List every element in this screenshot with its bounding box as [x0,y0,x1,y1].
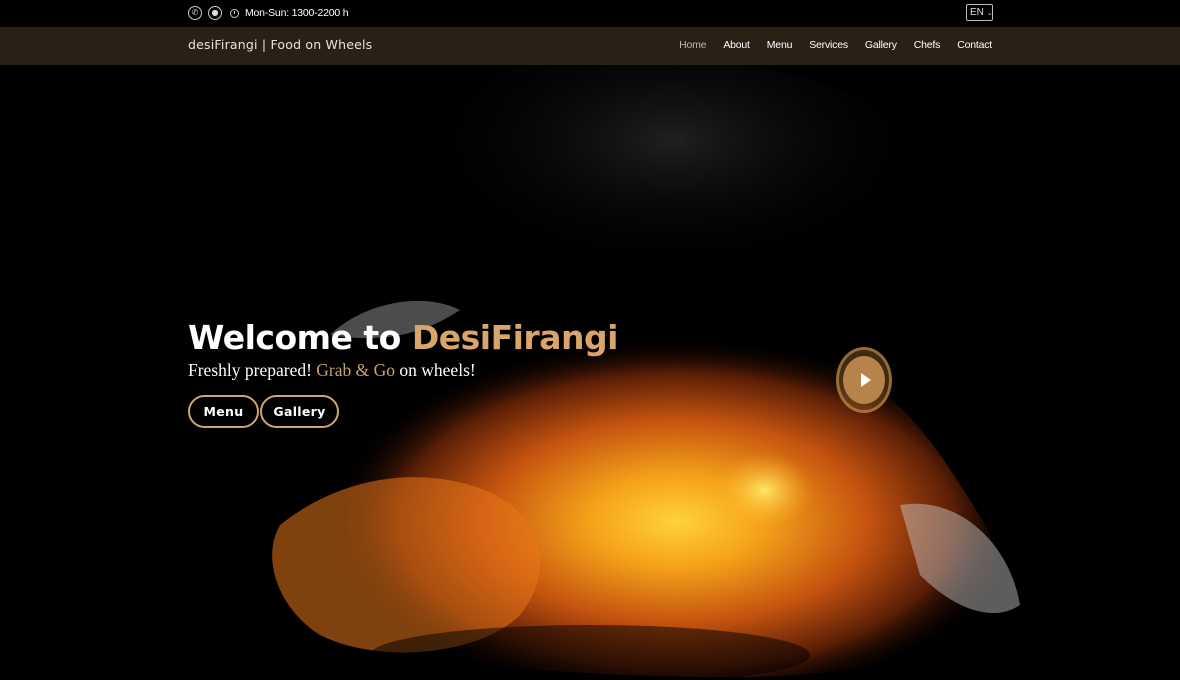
language-value: EN [970,7,984,18]
nav-link-home[interactable]: Home [679,39,706,51]
play-icon [860,373,871,387]
menu-button[interactable]: Menu [188,395,259,428]
nav-link-about[interactable]: About [723,39,750,51]
headline-prefix: Welcome to [188,318,412,357]
nav-link-menu[interactable]: Menu [767,39,793,51]
hero-section: Welcome to DesiFirangi Freshly prepared!… [0,65,1180,680]
play-button-core [843,356,885,404]
nav-link-services[interactable]: Services [809,39,848,51]
nav-link-chefs[interactable]: Chefs [914,39,941,51]
play-video-button[interactable] [836,347,892,413]
hero-subtitle: Freshly prepared! Grab & Go on wheels! [188,360,476,381]
hero-headline: Welcome to DesiFirangi [188,318,618,357]
site-brand[interactable]: desiFirangi | Food on Wheels [188,37,372,52]
clock-icon [230,8,239,18]
phone-icon[interactable]: ✆ [188,6,202,20]
nav-link-gallery[interactable]: Gallery [865,39,897,51]
gallery-button[interactable]: Gallery [260,395,339,428]
hero-background-image [0,65,1180,680]
nav-menu: Home About Menu Services Gallery Chefs C… [679,39,992,51]
opening-hours: Mon-Sun: 1300-2200 h [245,7,349,19]
nav-link-contact[interactable]: Contact [957,39,992,51]
main-navbar: desiFirangi | Food on Wheels Home About … [0,27,1180,65]
top-info-bar: ✆ ● Mon-Sun: 1300-2200 h EN ⌄ [0,0,1180,27]
subtitle-prefix: Freshly prepared! [188,360,317,380]
headline-brand: DesiFirangi [411,318,619,357]
language-select[interactable]: EN ⌄ [966,4,993,21]
subtitle-accent: Grab & Go [316,360,396,380]
subtitle-suffix: on wheels! [395,360,476,380]
contact-info: ✆ ● Mon-Sun: 1300-2200 h [188,6,349,20]
whatsapp-icon[interactable]: ● [208,6,222,20]
chevron-down-icon: ⌄ [986,9,993,17]
